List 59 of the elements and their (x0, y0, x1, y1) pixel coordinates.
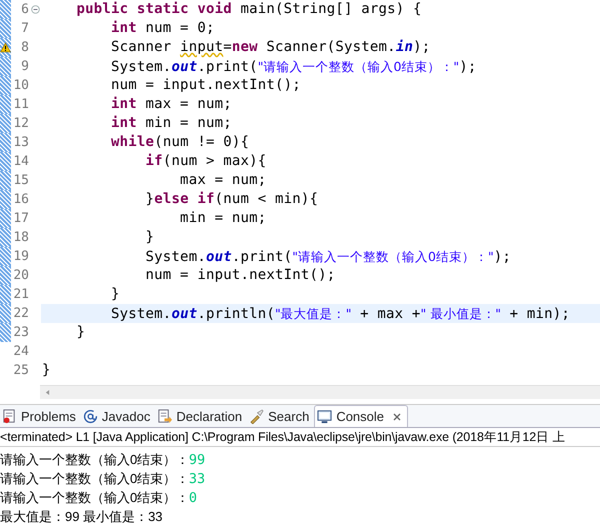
line-number: 19 (12, 248, 29, 266)
line-number: 13 (12, 134, 29, 152)
console-status: <terminated> L1 [Java Application] C:\Program Files\Java\eclipse\jre\bin\javaw.exe (2018年11月12日 上 (0, 428, 600, 447)
code-line: int max = num; (110, 95, 232, 114)
view-tab[interactable]: Console (314, 405, 408, 427)
line-number: 25 (12, 362, 29, 380)
code-line: num = input.nextInt(); (144, 266, 336, 285)
line-number: 10 (12, 77, 29, 95)
code-line: } (76, 323, 86, 342)
line-number: 24 (12, 343, 29, 361)
monitor-icon (317, 409, 332, 424)
close-icon[interactable] (392, 412, 402, 422)
line-number: 14 (12, 153, 29, 171)
at-sign-icon (82, 408, 98, 424)
line-number: 12 (12, 115, 29, 133)
code-line: int min = num; (110, 114, 232, 133)
code-line: System.out.print("请输入一个整数（输入0结束）："); (110, 58, 476, 76)
code-line: Scanner input=new Scanner(System.in); (110, 38, 430, 57)
console-output: 请输入一个整数（输入0结束）： (0, 452, 190, 467)
code-line: System.out.print("请输入一个整数（输入0结束）："); (144, 248, 511, 266)
code-line: public static void main(String[] args) { (76, 0, 422, 19)
horizontal-scrollbar[interactable] (40, 385, 600, 400)
typed-value-text: 33 (188, 471, 206, 487)
line-number: 22 (12, 305, 29, 323)
code-line: }else if(num < min){ (144, 190, 318, 209)
console-output: 请输入一个整数（输入0结束）： (0, 490, 190, 505)
line-number: 8 (20, 39, 29, 57)
flashlight-icon (249, 408, 264, 424)
line-number: 7 (20, 20, 29, 38)
code-line: } (144, 228, 154, 247)
code-line: int num = 0; (110, 19, 215, 38)
line-number: 6 (20, 1, 29, 19)
code-line: while(num != 0){ (110, 133, 250, 152)
typed-value-text: 99 (188, 452, 206, 468)
line-number: 21 (12, 286, 29, 304)
code-line: } (42, 361, 51, 380)
line-number: 20 (12, 267, 29, 285)
view-tab[interactable]: Problems (0, 405, 81, 427)
line-number: 16 (12, 191, 29, 209)
code-line: num = input.nextInt(); (110, 76, 301, 95)
view-tab[interactable]: Javadoc (80, 405, 156, 427)
line-number: 11 (12, 96, 29, 114)
code-line: } (110, 285, 120, 304)
line-number: 18 (12, 229, 29, 247)
code-line: max = num; (179, 171, 266, 190)
console-output: 最大值是：99 最小值是：33 (0, 509, 163, 524)
typed-value-text: 0 (188, 490, 197, 506)
line-number: 15 (12, 172, 29, 190)
line-number: 17 (12, 210, 29, 228)
view-tab[interactable]: Declaration (155, 405, 248, 427)
warning-icon[interactable] (0, 42, 11, 53)
line-number: 9 (20, 58, 29, 76)
line-number: 23 (12, 324, 29, 342)
code-line: System.out.println("最大值是：" + max +" 最小值是：" + min); (110, 304, 570, 324)
console-output: 请输入一个整数（输入0结束）： (0, 471, 190, 486)
view-tab[interactable]: Search (247, 405, 314, 427)
code-line: min = num; (179, 209, 266, 228)
code-line: if(num > max){ (144, 152, 266, 171)
collapse-icon[interactable] (30, 5, 40, 14)
